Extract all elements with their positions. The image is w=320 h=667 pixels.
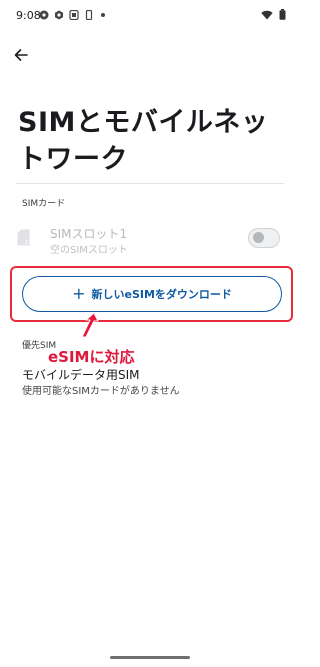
- wifi-icon: [261, 10, 273, 19]
- preferred-sim-label: 優先SIM: [22, 341, 57, 351]
- divider: [16, 183, 284, 184]
- screenshot-icon: [69, 10, 79, 20]
- sim-card-icon: 1: [17, 229, 30, 246]
- status-bar: 9:08: [0, 0, 300, 32]
- sim-slot-title: SIMスロット1: [50, 227, 128, 241]
- sim-slot-subtitle: 空のSIMスロット: [50, 245, 128, 256]
- status-time: 9:08: [16, 9, 41, 22]
- download-esim-label: 新しいeSIMをダウンロード: [91, 288, 232, 301]
- annotation-arrow-icon: [81, 312, 99, 338]
- download-esim-button[interactable]: + 新しいeSIMをダウンロード: [22, 276, 282, 312]
- mobile-data-sim-subtitle: 使用可能なSIMカードがありません: [22, 386, 180, 397]
- svg-text:1: 1: [25, 239, 29, 246]
- sim-slot-row[interactable]: 1 SIMスロット1 空のSIMスロット: [0, 216, 300, 258]
- battery-icon: [279, 9, 286, 20]
- settings-icon: [55, 10, 63, 20]
- page-title: SIMとモバイルネットワーク: [18, 107, 269, 175]
- gear-icon: [39, 10, 49, 20]
- toggle-knob: [253, 232, 264, 243]
- gesture-nav-handle[interactable]: [110, 656, 190, 659]
- arrow-left-icon: [14, 49, 28, 61]
- sim-section-label: SIMカード: [22, 199, 66, 209]
- mobile-data-sim-title[interactable]: モバイルデータ用SIM: [22, 366, 140, 383]
- plus-icon: +: [72, 284, 86, 303]
- annotation-text: eSIMに対応: [48, 348, 135, 366]
- dot-icon: [101, 13, 105, 17]
- back-button[interactable]: [10, 44, 32, 66]
- sim-slot-toggle[interactable]: [248, 228, 280, 248]
- phone-icon: [85, 10, 93, 20]
